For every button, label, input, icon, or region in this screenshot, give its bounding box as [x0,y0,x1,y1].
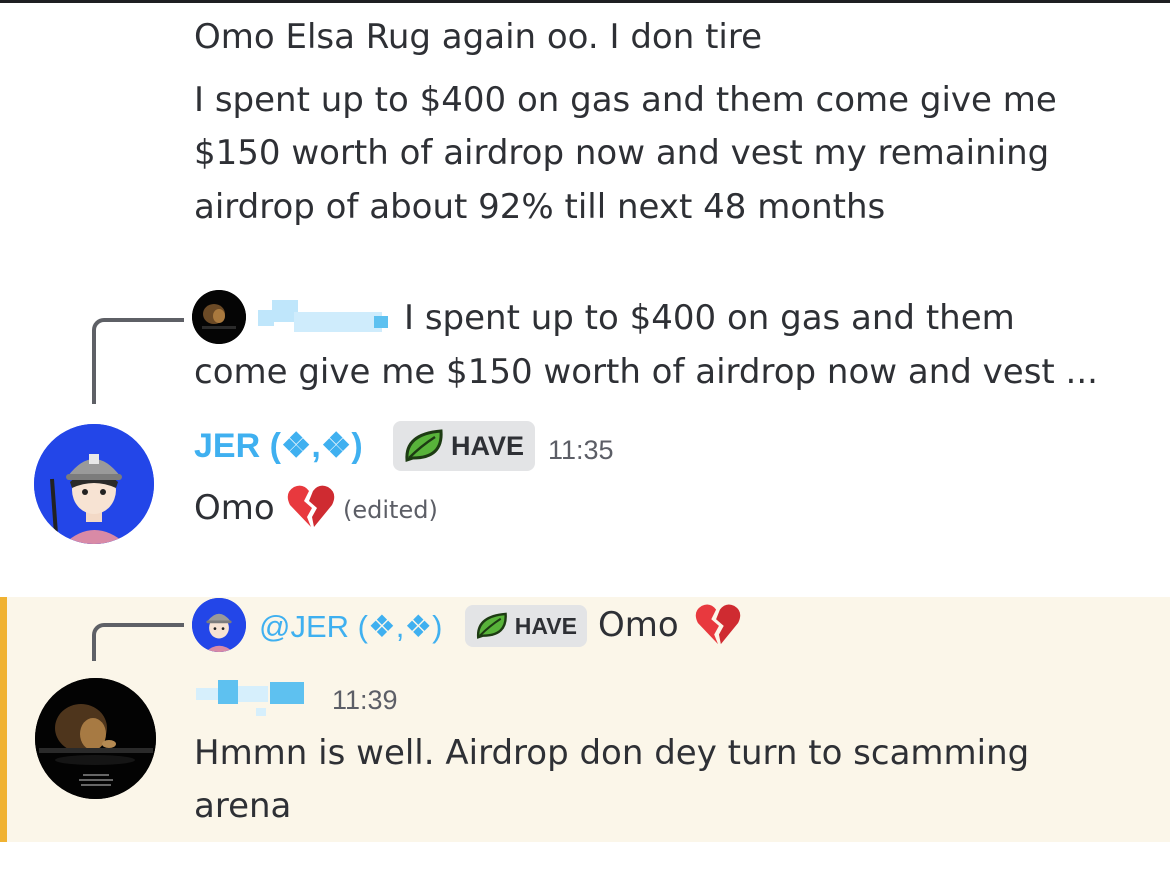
broken-heart-icon [287,485,335,527]
message-text: arena [194,786,292,826]
blurred-username [196,678,316,720]
timestamp: 11:39 [332,685,398,715]
timestamp: 11:35 [548,435,614,465]
tag-label: HAVE [514,612,577,639]
lion-icon [192,290,246,344]
message-text: Omo [194,488,275,528]
blurred-username [258,300,390,336]
reply-preview-text[interactable]: come give me $150 worth of airdrop now a… [194,345,1098,399]
tag-label: HAVE [451,430,525,461]
message-text: airdrop of about 92% till next 48 months [194,187,886,227]
message-text: I spent up to $400 on gas and them come … [194,80,1057,120]
lion-avatar[interactable] [35,678,156,799]
reply-mention[interactable]: @JER (❖,❖) [259,605,443,649]
message-text: Hmmn is well. Airdrop don dey turn to sc… [194,733,1030,773]
leaf-icon [405,429,443,463]
message-text: $150 worth of airdrop now and vest my re… [194,133,1050,173]
jer-avatar[interactable] [34,424,154,544]
lion-avatar-mini[interactable] [192,290,246,344]
jer-avatar-mini[interactable] [192,598,246,652]
message-text: Omo Elsa Rug again oo. I don tire [194,17,762,57]
anime-boy-avatar-icon [192,598,246,652]
clan-tag[interactable]: HAVE [465,605,587,647]
broken-heart-icon [695,604,741,645]
leaf-icon [477,612,507,639]
reply-connector [92,318,184,404]
reply-preview-text[interactable]: I spent up to $400 on gas and them [404,291,1015,345]
username[interactable]: JER (❖,❖) [194,424,363,468]
reply-connector [92,623,184,661]
reply-preview-text[interactable]: Omo [598,598,679,652]
top-divider [0,0,1170,3]
lion-avatar-icon [35,678,156,799]
anime-boy-avatar-icon [34,424,154,544]
edited-label: (edited) [343,496,438,524]
clan-tag[interactable]: HAVE [393,421,535,471]
